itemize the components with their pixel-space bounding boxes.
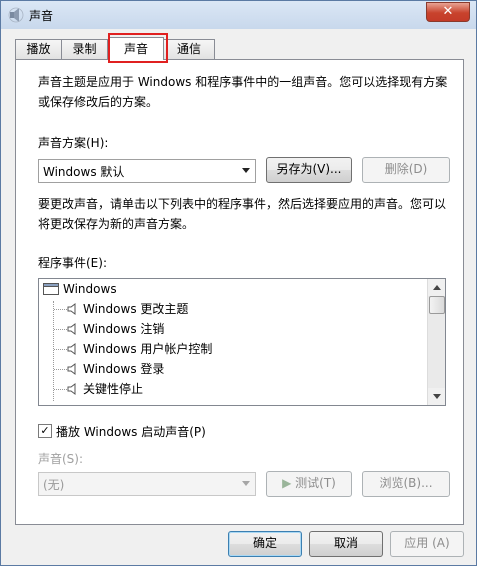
dialog-client: 播放 录制 声音 通信 声音主题是应用于 Windows 和程序事件中的一组声音…	[8, 29, 469, 559]
chevron-down-icon	[242, 168, 250, 173]
sounds-label: 声音(S):	[38, 452, 84, 466]
scheme-label: 声音方案(H):	[38, 136, 109, 150]
list-item[interactable]: 关键性停止	[39, 379, 419, 399]
arrow-down-icon	[433, 394, 441, 399]
scheme-dropdown[interactable]: Windows 默认	[38, 159, 256, 183]
tree-connector	[54, 329, 67, 330]
title-bar[interactable]: 声音 ✕	[1, 1, 476, 29]
speaker-icon	[8, 7, 24, 23]
sound-value: (无)	[43, 478, 65, 492]
chevron-down-icon	[242, 481, 250, 486]
startup-sound-checkbox[interactable]: ✓	[38, 424, 52, 438]
arrow-up-icon	[433, 285, 441, 290]
tree-connector	[54, 369, 67, 370]
apply-button[interactable]: 应用 (A)	[390, 531, 464, 557]
sound-dropdown[interactable]: (无)	[38, 472, 256, 496]
startup-sound-label[interactable]: 播放 Windows 启动声音(P)	[56, 423, 206, 440]
scheme-value: Windows 默认	[43, 165, 125, 179]
list-item[interactable]: Windows 注销	[39, 319, 419, 339]
program-events-list[interactable]: Windows Windows 更改主题 Windows 注销 Windows	[38, 278, 446, 406]
speaker-icon	[67, 343, 76, 355]
list-item[interactable]: Windows 用户帐户控制	[39, 339, 419, 359]
scroll-up-button[interactable]	[428, 279, 445, 296]
play-icon: ▶	[282, 476, 292, 490]
save-as-button[interactable]: 另存为(V)...	[266, 157, 352, 183]
speaker-icon	[67, 323, 76, 335]
test-button[interactable]: ▶ 测试(T)	[266, 471, 352, 497]
change-instructions: 要更改声音，请单击以下列表中的程序事件，然后选择要应用的声音。您可以将更改保存为…	[38, 197, 447, 231]
cancel-button[interactable]: 取消	[309, 531, 383, 557]
intro-text: 声音主题是应用于 Windows 和程序事件中的一组声音。您可以选择现有方案或保…	[38, 75, 448, 109]
event-label: Windows 更改主题	[83, 302, 189, 316]
window-title: 声音	[29, 9, 54, 23]
tree-connector	[54, 389, 67, 390]
tab-recording[interactable]: 录制	[61, 39, 108, 59]
event-label: 关键性停止	[83, 382, 144, 396]
delete-button[interactable]: 删除(D)	[362, 157, 450, 183]
events-root-label: Windows	[63, 282, 117, 296]
list-item[interactable]: Windows 登录	[39, 359, 419, 379]
close-button[interactable]: ✕	[426, 2, 470, 22]
events-label: 程序事件(E):	[38, 256, 107, 270]
speaker-icon	[67, 383, 76, 395]
event-label: Windows 注销	[83, 322, 165, 336]
scroll-down-button[interactable]	[428, 388, 445, 405]
speaker-icon	[67, 303, 76, 315]
event-label: Windows 用户帐户控制	[83, 342, 213, 356]
ok-button[interactable]: 确定	[228, 531, 302, 557]
tab-playback[interactable]: 播放	[15, 39, 62, 59]
tree-connector	[54, 309, 67, 310]
list-item[interactable]: Windows 更改主题	[39, 299, 419, 319]
browse-button[interactable]: 浏览(B)...	[362, 471, 450, 497]
test-button-label: 测试(T)	[295, 476, 336, 490]
sounds-panel: 声音主题是应用于 Windows 和程序事件中的一组声音。您可以选择现有方案或保…	[15, 59, 464, 525]
event-label: Windows 登录	[83, 362, 165, 376]
sound-dialog: 声音 ✕ 播放 录制 声音 通信 声音主题是应用于 Windows 和程序事件中…	[0, 0, 477, 566]
speaker-icon	[67, 363, 76, 375]
tree-connector	[54, 349, 67, 350]
window-icon	[43, 283, 59, 295]
scroll-thumb[interactable]	[429, 296, 445, 314]
tab-communications[interactable]: 通信	[163, 39, 215, 59]
events-scrollbar[interactable]	[427, 279, 445, 405]
highlight-box	[108, 33, 168, 63]
